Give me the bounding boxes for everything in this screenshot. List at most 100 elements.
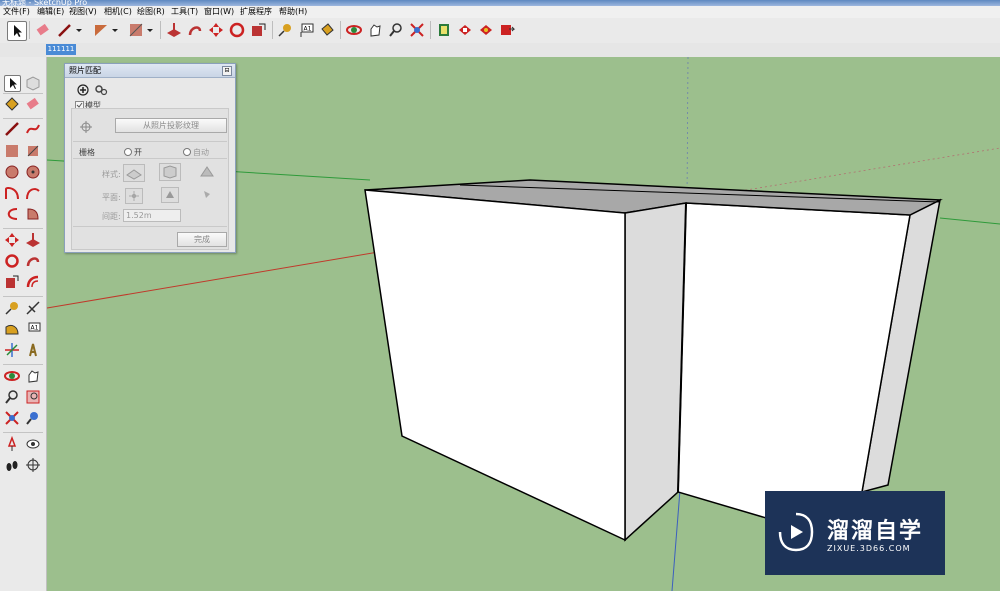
position-camera-icon[interactable] (4, 435, 20, 452)
arc-tool-icon[interactable] (92, 21, 110, 39)
crosshair-icon (80, 121, 92, 133)
grid-style-1-icon[interactable] (123, 164, 145, 182)
menu-camera[interactable]: 相机(C) (104, 6, 132, 18)
pencil-tool-icon[interactable] (56, 21, 74, 39)
warehouse-icon[interactable] (435, 21, 453, 39)
watermark-title: 溜溜自学 (827, 519, 924, 544)
move-tool-icon[interactable] (4, 232, 20, 248)
rectangle-tool-icon[interactable] (127, 21, 145, 39)
large-tool-set: A1 (0, 57, 47, 591)
line-tool-icon[interactable] (4, 121, 20, 137)
blue-axis-dotted (686, 57, 689, 201)
paint-bucket-icon[interactable] (4, 96, 20, 112)
menu-help[interactable]: 帮助(H) (279, 6, 307, 18)
box-left-side-face (624, 202, 687, 542)
axes-tool-icon[interactable] (4, 342, 20, 358)
green-axis (939, 217, 1000, 225)
eraser-tool-icon[interactable] (34, 21, 52, 39)
protractor-tool-icon[interactable] (4, 321, 20, 337)
dialog-collapse-button[interactable]: ⊟ (222, 66, 232, 76)
previous-view-icon[interactable] (25, 410, 41, 426)
project-texture-button[interactable]: 从照片投影纹理 (115, 118, 227, 133)
tape-measure-tool-icon[interactable] (276, 21, 294, 39)
plane-green-blue-icon[interactable] (201, 187, 215, 201)
orbit-tool-icon[interactable] (345, 21, 363, 39)
zoom-window-icon[interactable] (25, 389, 41, 405)
zoom-extents-tool-icon[interactable] (408, 21, 426, 39)
three-point-arc-icon[interactable] (4, 206, 20, 222)
extension-warehouse-icon[interactable] (498, 21, 516, 39)
watermark-subtitle: ZIXUE.3D66.COM (827, 544, 911, 553)
paint-bucket-tool-icon[interactable] (318, 21, 336, 39)
rotate-tool-icon[interactable] (4, 253, 20, 269)
grid-auto-label: 自动 (193, 148, 209, 157)
move-tool-icon[interactable] (207, 21, 225, 39)
eraser-icon[interactable] (25, 96, 41, 112)
section-plane-icon[interactable] (25, 457, 41, 473)
zoom-extents-icon[interactable] (4, 410, 20, 426)
play-logo-icon (777, 511, 815, 553)
follow-me-tool-icon[interactable] (25, 253, 41, 269)
plane-red-blue-icon[interactable] (161, 187, 179, 203)
menu-view[interactable]: 视图(V) (69, 6, 97, 18)
zoom-tool-icon[interactable] (387, 21, 405, 39)
style-label: 样式: (102, 170, 121, 179)
dimension-tool-icon[interactable] (25, 300, 41, 316)
grid-auto-radio[interactable] (183, 148, 191, 156)
walk-tool-icon[interactable] (4, 457, 20, 473)
push-pull-tool-icon[interactable] (25, 232, 41, 248)
blue-axis (671, 489, 681, 591)
scale-tool-icon[interactable] (4, 274, 20, 290)
menu-window[interactable]: 窗口(W) (204, 6, 234, 18)
pan-tool-icon[interactable] (366, 21, 384, 39)
grid-style-3-icon[interactable] (197, 164, 217, 180)
spacing-input[interactable]: 1.52m (123, 209, 181, 222)
pie-tool-icon[interactable] (25, 206, 41, 222)
grid-style-2-icon[interactable] (159, 163, 181, 181)
done-button[interactable]: 完成 (177, 232, 227, 247)
menu-draw[interactable]: 绘图(R) (137, 6, 165, 18)
add-photo-icon[interactable] (77, 84, 89, 96)
menu-tools[interactable]: 工具(T) (171, 6, 198, 18)
settings-gears-icon[interactable] (94, 84, 108, 96)
rotated-rectangle-icon[interactable] (25, 143, 41, 159)
dropdown-arrow-icon[interactable] (74, 21, 84, 39)
dropdown-arrow-icon[interactable] (110, 21, 120, 39)
arc-tool-icon[interactable] (4, 185, 20, 201)
scene-tab[interactable]: 111111 (46, 44, 76, 55)
text-tool-icon[interactable]: A1 (297, 21, 315, 39)
plane-red-green-icon[interactable] (125, 188, 143, 204)
box-left-front-face (364, 189, 626, 542)
dropdown-arrow-icon[interactable] (145, 21, 155, 39)
grid-on-radio[interactable] (124, 148, 132, 156)
push-pull-tool-icon[interactable] (165, 21, 183, 39)
menu-edit[interactable]: 编辑(E) (37, 6, 64, 18)
scale-tool-icon[interactable] (249, 21, 267, 39)
freehand-tool-icon[interactable] (25, 121, 41, 137)
pan-tool-icon[interactable] (25, 368, 41, 384)
grid-label: 栅格 (79, 148, 95, 157)
menu-file[interactable]: 文件(F) (3, 6, 30, 18)
tape-measure-icon[interactable] (4, 300, 20, 316)
make-component-icon[interactable] (25, 75, 41, 91)
photo-match-dialog: 照片匹配 ⊟ 模型 从照片投影纹理 栅格 开 自动 样式: 平面: 间距: 1.… (64, 63, 236, 253)
select-tool-icon[interactable] (7, 21, 27, 41)
polygon-tool-icon[interactable] (25, 164, 41, 180)
follow-me-tool-icon[interactable] (186, 21, 204, 39)
text-tool-icon[interactable]: A1 (25, 321, 41, 337)
3d-text-tool-icon[interactable] (25, 342, 41, 358)
offset-tool-icon[interactable] (25, 274, 41, 290)
share-component-icon[interactable] (477, 21, 495, 39)
two-point-arc-icon[interactable] (25, 185, 41, 201)
zoom-tool-icon[interactable] (4, 389, 20, 405)
select-tool-icon[interactable] (4, 75, 21, 92)
share-model-icon[interactable] (456, 21, 474, 39)
dialog-title-bar[interactable]: 照片匹配 ⊟ (65, 64, 235, 78)
orbit-tool-icon[interactable] (4, 368, 20, 384)
look-around-icon[interactable] (25, 436, 41, 452)
rotate-tool-icon[interactable] (228, 21, 246, 39)
grid-on-label: 开 (134, 148, 142, 157)
rectangle-tool-icon[interactable] (4, 143, 20, 159)
circle-tool-icon[interactable] (4, 164, 20, 180)
menu-extensions[interactable]: 扩展程序 (240, 6, 272, 18)
